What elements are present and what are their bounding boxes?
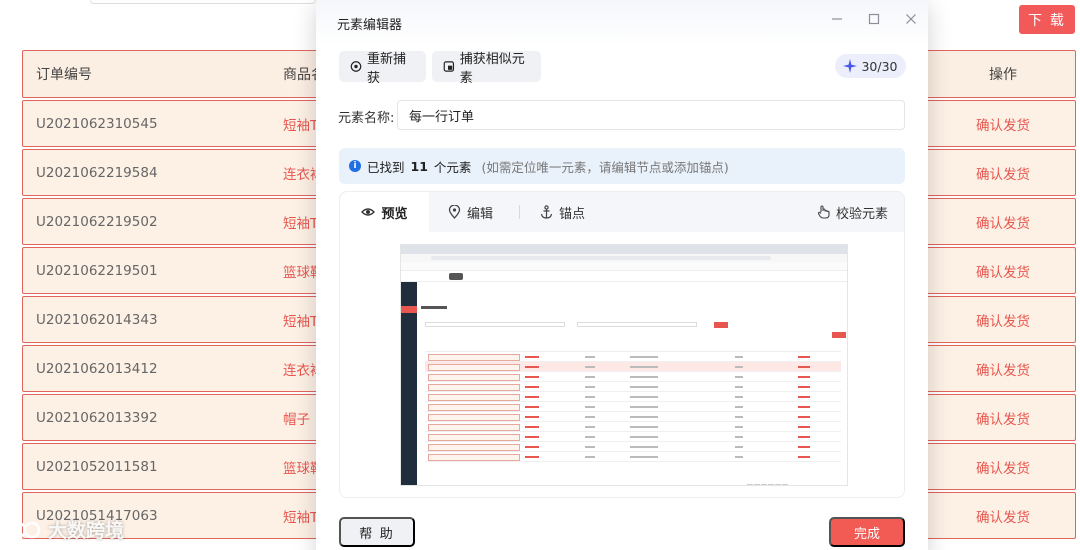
confirm-ship-button[interactable]: 确认发货 — [963, 199, 1043, 244]
tab-divider — [519, 205, 520, 219]
preview-screenshot — [400, 244, 848, 486]
tab-anchor-label: 锚点 — [559, 206, 586, 222]
search-input-background[interactable] — [90, 0, 316, 4]
watermark-logo-icon — [9, 521, 41, 538]
product-link[interactable]: 短袖T — [283, 101, 318, 146]
confirm-ship-button[interactable]: 确认发货 — [963, 346, 1043, 391]
info-icon: i — [349, 160, 361, 172]
order-id-cell: U2021062013392 — [36, 409, 158, 426]
verify-element-button[interactable]: 校验元素 — [817, 192, 888, 232]
info-count: 11 — [410, 158, 428, 174]
recapture-button[interactable]: 重新捕获 — [339, 51, 426, 86]
done-button[interactable]: 完成 — [829, 517, 905, 547]
target-icon — [350, 61, 362, 72]
product-link[interactable]: 短袖T — [283, 493, 318, 538]
capture-similar-button[interactable]: 捕获相似元素 — [432, 51, 541, 86]
tab-bar: 预览 编辑 锚点 校验元素 — [340, 192, 904, 232]
quota-value: 30/30 — [861, 58, 898, 74]
element-name-label: 元素名称: — [338, 111, 395, 126]
watermark-text: 大数跨境 — [48, 520, 125, 542]
verify-element-label: 校验元素 — [835, 206, 888, 222]
info-bar: i 已找到 11 个元素 (如需定位唯一元素，请编辑节点或添加锚点) — [339, 148, 905, 184]
info-suffix: 个元素 — [433, 159, 472, 175]
anchor-icon — [540, 205, 553, 219]
pointer-hand-icon — [817, 205, 830, 219]
order-id-cell: U2021052011581 — [36, 458, 158, 475]
tab-edit-label: 编辑 — [467, 206, 494, 222]
order-id-cell: U2021062310545 — [36, 115, 158, 132]
download-button[interactable]: 下 载 — [1019, 5, 1075, 34]
watermark: 大数跨境 — [8, 516, 124, 543]
sparkle-icon — [843, 59, 858, 73]
order-id-cell: U2021062219501 — [36, 262, 158, 279]
confirm-ship-button[interactable]: 确认发货 — [963, 493, 1043, 538]
confirm-ship-button[interactable]: 确认发货 — [963, 248, 1043, 293]
tab-edit[interactable]: 编辑 — [448, 192, 493, 232]
info-prefix: 已找到 — [367, 159, 405, 175]
tab-preview[interactable]: 预览 — [340, 192, 429, 232]
confirm-ship-button[interactable]: 确认发货 — [963, 150, 1043, 195]
quota-badge: 30/30 — [835, 54, 906, 78]
order-id-cell: U2021062219584 — [36, 164, 158, 181]
product-link[interactable]: 帽子 — [283, 395, 310, 440]
info-hint: (如需定位唯一元素，请编辑节点或添加锚点) — [481, 159, 729, 175]
element-name-input[interactable] — [397, 100, 905, 130]
order-id-cell: U2021062013412 — [36, 360, 158, 377]
confirm-ship-button[interactable]: 确认发货 — [963, 395, 1043, 440]
order-id-cell: U2021062014343 — [36, 311, 158, 328]
minimize-icon[interactable] — [828, 10, 846, 28]
preview-panel: 预览 编辑 锚点 校验元素 — [339, 191, 905, 498]
tab-preview-label: 预览 — [381, 206, 408, 222]
product-link[interactable]: 短袖T — [283, 297, 318, 342]
confirm-ship-button[interactable]: 确认发货 — [963, 297, 1043, 342]
recapture-label: 重新捕获 — [367, 51, 407, 86]
order-id-cell: U2021062219502 — [36, 213, 158, 230]
location-pin-icon — [448, 205, 461, 219]
product-link[interactable]: 短袖T — [283, 199, 318, 244]
confirm-ship-button[interactable]: 确认发货 — [963, 444, 1043, 489]
capture-similar-label: 捕获相似元素 — [459, 51, 525, 86]
eye-icon — [361, 208, 376, 216]
element-editor-modal: 元素编辑器 重新捕获 捕获相似元素 30/30 元素名称: i 已找到 11 个元素… — [316, 0, 928, 550]
header-order-id: 订单编号 — [36, 67, 92, 83]
help-button[interactable]: 帮 助 — [339, 517, 415, 547]
modal-header: 元素编辑器 — [316, 0, 928, 44]
capture-frame-icon — [443, 61, 455, 72]
confirm-ship-button[interactable]: 确认发货 — [963, 101, 1043, 146]
modal-title: 元素编辑器 — [337, 18, 403, 33]
preview-body — [340, 232, 904, 497]
header-operation: 操作 — [989, 67, 1017, 83]
close-icon[interactable] — [902, 10, 920, 28]
tab-anchor[interactable]: 锚点 — [540, 192, 585, 232]
maximize-icon[interactable] — [865, 10, 883, 28]
